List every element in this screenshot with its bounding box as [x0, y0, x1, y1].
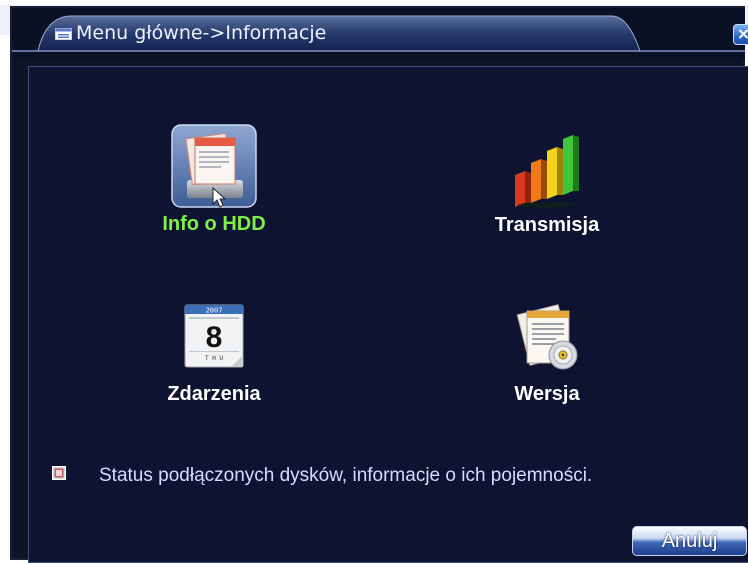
tile-events-label: Zdarzenia: [167, 383, 261, 405]
hdd-info-icon: [171, 124, 257, 208]
tile-transmission[interactable]: Transmisja: [467, 127, 627, 237]
calendar-weekday: T H U: [205, 355, 223, 362]
tile-version-label: Wersja: [514, 383, 580, 405]
tile-transmission-label: Transmisja: [494, 214, 600, 236]
status-bullet-icon: [52, 466, 66, 480]
calendar-day: 8: [206, 321, 223, 354]
content-panel: Info o HDD Transmisja 2007 8 T H U Zdarz…: [28, 66, 748, 563]
version-document-icon: [516, 304, 578, 370]
status-description: Status podłączonych dysków, informacje o…: [99, 465, 593, 486]
tile-hdd-info[interactable]: Info o HDD: [139, 124, 289, 235]
cancel-button[interactable]: Anuluj: [632, 526, 747, 556]
calendar-icon: 2007 8 T H U: [184, 304, 244, 368]
tile-events[interactable]: 2007 8 T H U Zdarzenia: [139, 303, 289, 413]
close-button[interactable]: ×: [733, 24, 748, 45]
window-title: Menu główne->Informacje: [76, 22, 327, 44]
calendar-year: 2007: [206, 307, 223, 315]
information-menu-window: Menu główne->Informacje × Info o HDD Tra…: [10, 6, 748, 563]
bar-chart-icon: [515, 135, 579, 208]
close-icon: ×: [736, 24, 748, 43]
tile-version[interactable]: Wersja: [467, 303, 627, 413]
tile-hdd-info-label: Info o HDD: [162, 213, 266, 235]
menu-window-icon: [55, 28, 72, 40]
